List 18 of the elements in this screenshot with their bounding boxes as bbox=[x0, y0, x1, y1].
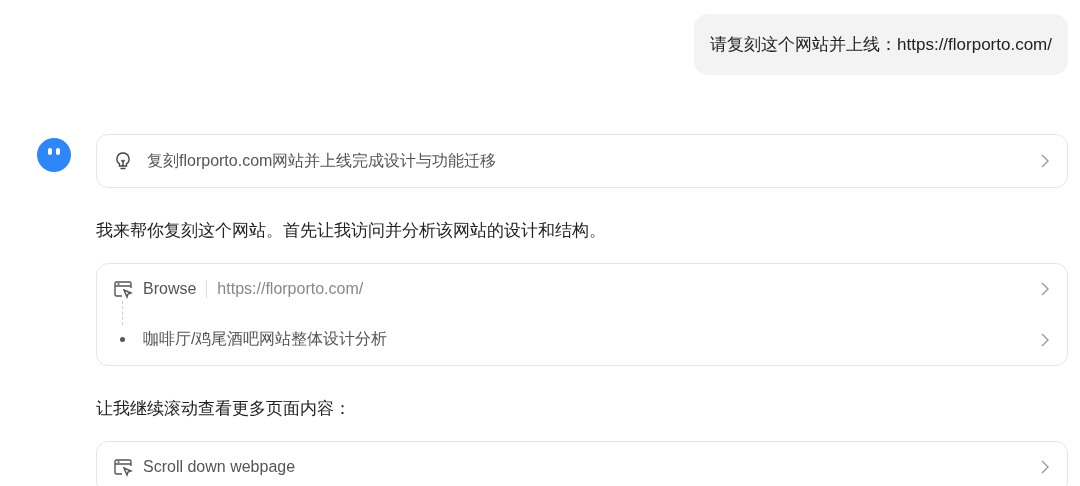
browser-cursor-icon bbox=[113, 279, 133, 299]
chevron-right-icon bbox=[1041, 154, 1049, 168]
user-message: 请复刻这个网站并上线：https://florporto.com/ bbox=[694, 14, 1068, 75]
plan-card[interactable]: 复刻florporto.com网站并上线完成设计与功能迁移 bbox=[96, 134, 1068, 188]
assistant-message: 我来帮你复刻这个网站。首先让我访问并分析该网站的设计和结构。 bbox=[96, 220, 607, 242]
assistant-message: 让我继续滚动查看更多页面内容： bbox=[96, 398, 352, 420]
chevron-right-icon bbox=[1041, 460, 1049, 474]
plan-title: 复刻florporto.com网站并上线完成设计与功能迁移 bbox=[147, 150, 498, 171]
lightbulb-icon bbox=[113, 151, 133, 171]
tool-name: Scroll down webpage bbox=[143, 458, 296, 476]
chevron-right-icon bbox=[1041, 332, 1049, 347]
browser-cursor-icon bbox=[113, 457, 133, 477]
tool-name: Browse bbox=[143, 280, 197, 298]
assistant-avatar bbox=[36, 137, 72, 173]
chevron-right-icon bbox=[1041, 282, 1049, 296]
tool-url: https://florporto.com/ bbox=[206, 280, 364, 298]
bullet-icon bbox=[120, 337, 125, 342]
step-title: 咖啡厅/鸡尾酒吧网站整体设计分析 bbox=[143, 329, 388, 349]
